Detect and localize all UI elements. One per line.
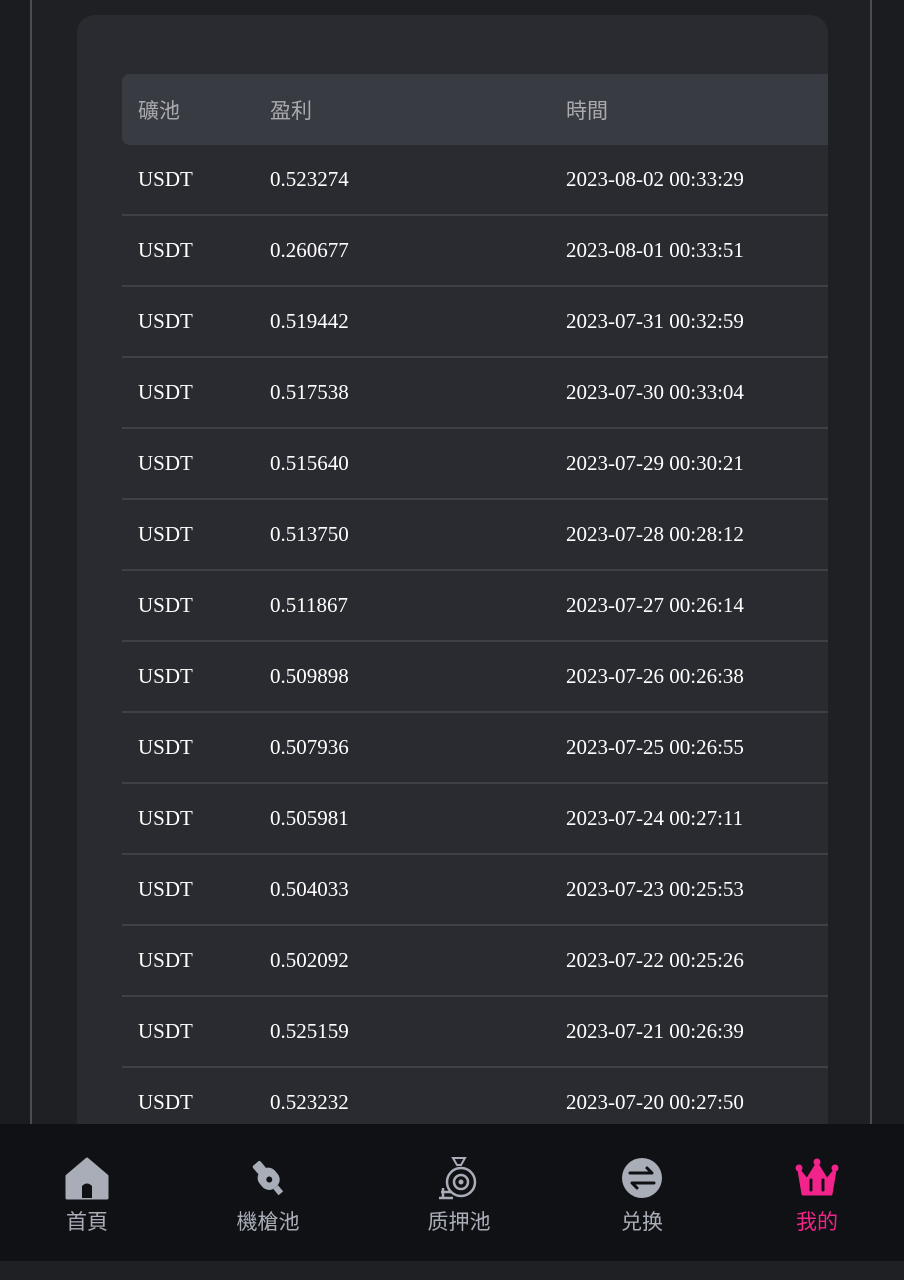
- tab-gun-pool[interactable]: 機槍池: [208, 1154, 328, 1236]
- table-row: USDT 0.515640 2023-07-29 00:30:21: [122, 429, 828, 500]
- cell-time: 2023-07-31 00:32:59: [566, 309, 744, 333]
- cell-pool: USDT: [138, 948, 193, 972]
- table-row: USDT 0.525159 2023-07-21 00:26:39: [122, 997, 828, 1068]
- table-row: USDT 0.517538 2023-07-30 00:33:04: [122, 358, 828, 429]
- crown-icon: [795, 1158, 839, 1196]
- cell-pool: USDT: [138, 309, 193, 333]
- cell-time: 2023-07-30 00:33:04: [566, 380, 744, 404]
- table-header: 礦池 盈利 時間: [122, 74, 828, 145]
- tab-staking-pool[interactable]: 质押池: [399, 1154, 519, 1236]
- cell-profit: 0.507936: [270, 735, 349, 759]
- cell-profit: 0.504033: [270, 877, 349, 901]
- cell-pool: USDT: [138, 238, 193, 262]
- cell-time: 2023-07-24 00:27:11: [566, 806, 744, 830]
- table-row: USDT 0.511867 2023-07-27 00:26:14: [122, 571, 828, 642]
- tab-mine-label: 我的: [796, 1210, 838, 1234]
- cell-time: 2023-07-26 00:26:38: [566, 664, 744, 688]
- cell-profit: 0.525159: [270, 1019, 349, 1043]
- table-row: USDT 0.502092 2023-07-22 00:25:26: [122, 926, 828, 997]
- table-row: USDT 0.504033 2023-07-23 00:25:53: [122, 855, 828, 926]
- cell-time: 2023-07-28 00:28:12: [566, 522, 744, 546]
- cell-time: 2023-07-20 00:27:50: [566, 1090, 744, 1114]
- table-row: USDT 0.505981 2023-07-24 00:27:11: [122, 784, 828, 855]
- earnings-table: 礦池 盈利 時間 USDT 0.523274 2023-08-02 00:33:29…: [122, 74, 828, 1139]
- header-profit: 盈利: [270, 98, 312, 123]
- cell-pool: USDT: [138, 1090, 193, 1114]
- cell-profit: 0.513750: [270, 522, 349, 546]
- exchange-icon: [622, 1158, 662, 1198]
- cell-time: 2023-07-21 00:26:39: [566, 1019, 744, 1043]
- cell-time: 2023-08-01 00:33:51: [566, 238, 744, 262]
- cell-profit: 0.511867: [270, 593, 348, 617]
- cell-profit: 0.515640: [270, 451, 349, 475]
- cell-pool: USDT: [138, 593, 193, 617]
- cell-profit: 0.260677: [270, 238, 349, 262]
- cell-time: 2023-07-27 00:26:14: [566, 593, 744, 617]
- money-bag-icon: [439, 1157, 477, 1200]
- header-pool: 礦池: [138, 98, 180, 123]
- tab-exchange-label: 兑换: [621, 1210, 663, 1234]
- cell-profit: 0.517538: [270, 380, 349, 404]
- cell-pool: USDT: [138, 806, 193, 830]
- home-icon: [65, 1157, 109, 1200]
- tab-home-label: 首頁: [66, 1210, 108, 1234]
- cell-profit: 0.502092: [270, 948, 349, 972]
- table-row: USDT 0.519442 2023-07-31 00:32:59: [122, 287, 828, 358]
- table-row: USDT 0.523274 2023-08-02 00:33:29: [122, 145, 828, 216]
- bottom-tab-bar: 首頁 機槍池 质押池 兑换 我的: [0, 1124, 904, 1261]
- cell-pool: USDT: [138, 1019, 193, 1043]
- tab-mine[interactable]: 我的: [757, 1154, 877, 1236]
- cell-pool: USDT: [138, 167, 193, 191]
- tab-staking-pool-label: 质押池: [427, 1210, 491, 1234]
- bottom-safe-area: [0, 1261, 904, 1280]
- rocket-icon: [252, 1161, 284, 1196]
- cell-pool: USDT: [138, 522, 193, 546]
- cell-time: 2023-07-25 00:26:55: [566, 735, 744, 759]
- cell-profit: 0.523274: [270, 167, 349, 191]
- tab-home[interactable]: 首頁: [27, 1154, 147, 1236]
- table-row: USDT 0.507936 2023-07-25 00:26:55: [122, 713, 828, 784]
- cell-pool: USDT: [138, 877, 193, 901]
- cell-profit: 0.523232: [270, 1090, 349, 1114]
- table-row: USDT 0.260677 2023-08-01 00:33:51: [122, 216, 828, 287]
- tab-exchange[interactable]: 兑换: [582, 1154, 702, 1236]
- cell-profit: 0.509898: [270, 664, 349, 688]
- cell-time: 2023-07-23 00:25:53: [566, 877, 744, 901]
- cell-time: 2023-07-29 00:30:21: [566, 451, 744, 475]
- table-row: USDT 0.513750 2023-07-28 00:28:12: [122, 500, 828, 571]
- cell-pool: USDT: [138, 735, 193, 759]
- table-row: USDT 0.509898 2023-07-26 00:26:38: [122, 642, 828, 713]
- table-body: USDT 0.523274 2023-08-02 00:33:29 USDT 0.260…: [122, 145, 828, 1139]
- cell-pool: USDT: [138, 451, 193, 475]
- cell-pool: USDT: [138, 664, 193, 688]
- cell-profit: 0.505981: [270, 806, 349, 830]
- cell-time: 2023-07-22 00:25:26: [566, 948, 744, 972]
- cell-time: 2023-08-02 00:33:29: [566, 167, 744, 191]
- tab-gun-pool-label: 機槍池: [236, 1210, 300, 1234]
- cell-profit: 0.519442: [270, 309, 349, 333]
- header-time: 時間: [566, 98, 608, 123]
- cell-pool: USDT: [138, 380, 193, 404]
